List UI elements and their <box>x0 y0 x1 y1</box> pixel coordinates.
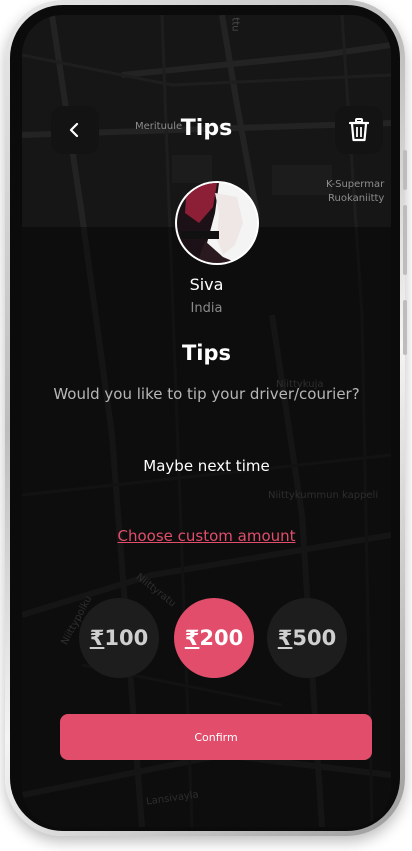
map-label: K-Supermar <box>326 179 385 190</box>
tip-amount-value: 200 <box>199 626 244 650</box>
map-label: ttu <box>229 17 241 32</box>
tip-amount-value: 500 <box>292 626 337 650</box>
trash-icon <box>349 118 369 142</box>
tip-amount-100[interactable]: ₹100 <box>79 598 159 678</box>
avatar-image <box>177 183 257 263</box>
rupee-symbol: ₹ <box>89 626 105 650</box>
avatar <box>177 183 257 263</box>
delete-button[interactable] <box>335 106 383 154</box>
tip-amount-500[interactable]: ₹500 <box>267 598 347 678</box>
tip-amount-value: 100 <box>104 626 149 650</box>
maybe-next-time-button[interactable]: Maybe next time <box>22 457 391 475</box>
power-button <box>403 150 407 190</box>
custom-amount-link[interactable]: Choose custom amount <box>22 527 391 545</box>
confirm-button[interactable]: Confirm <box>60 714 372 760</box>
driver-country: India <box>190 301 223 316</box>
side-button <box>403 300 407 355</box>
tips-heading: Tips <box>181 341 232 365</box>
map-label: Ruokaniitty <box>328 193 385 204</box>
rupee-symbol: ₹ <box>184 626 200 650</box>
app-screen: Merituule K-Supermar Ruokaniitty Niittyk… <box>22 15 391 827</box>
rupee-symbol: ₹ <box>277 626 293 650</box>
driver-name: Siva <box>189 275 224 294</box>
volume-button <box>403 205 407 275</box>
tip-amount-200[interactable]: ₹200 <box>174 598 254 678</box>
tip-question: Would you like to tip your driver/courie… <box>53 385 360 403</box>
